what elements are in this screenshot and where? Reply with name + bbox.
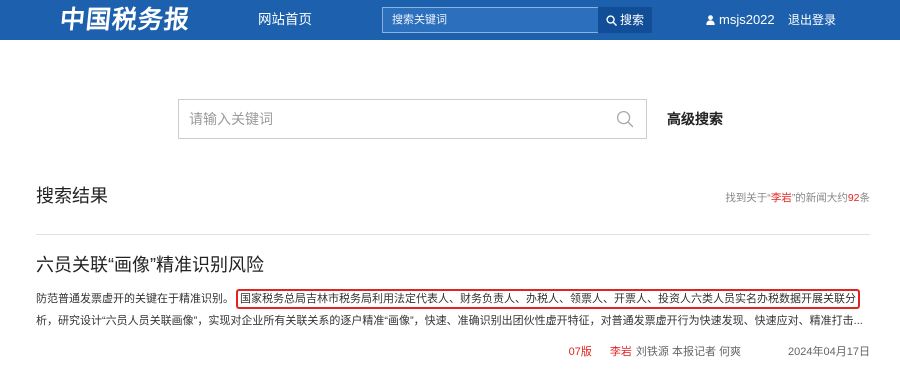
- divider: [36, 234, 870, 235]
- result-snippet-lead: 防范普通发票虚开的关键在于精准识别。: [36, 293, 234, 305]
- main-search-input[interactable]: [179, 100, 604, 138]
- result-author-keyword: 李岩: [609, 346, 632, 358]
- result-date: 2024年04月17日: [788, 346, 870, 358]
- results-count-prefix: 找到关于“: [725, 192, 771, 204]
- search-icon[interactable]: [616, 110, 634, 128]
- main-search: [178, 99, 647, 139]
- result-title[interactable]: 六员关联“画像”精准识别风险: [36, 254, 264, 276]
- results-count-suffix: 条: [859, 192, 871, 204]
- nav-home-link[interactable]: 网站首页: [258, 12, 312, 28]
- header-search: [382, 7, 598, 33]
- results-count-middle: ”的新闻大约: [791, 192, 848, 204]
- result-meta: 07版 李岩 刘铁源 本报记者 何爽 2024年04月17日: [569, 345, 870, 359]
- header-search-input[interactable]: [383, 8, 598, 32]
- site-logo[interactable]: 中国税务报: [58, 2, 192, 38]
- result-snippet-line-1: 防范普通发票虚开的关键在于精准识别。 国家税务总局吉林市税务局利用法定代表人、财…: [36, 289, 860, 309]
- result-authors: 刘铁源 本报记者 何爽: [635, 346, 742, 358]
- results-count-summary: 找到关于“李岩”的新闻大约92条: [725, 191, 870, 205]
- highlight-box: 国家税务总局吉林市税务局利用法定代表人、财务负责人、办税人、领票人、开票人、投资…: [236, 289, 860, 309]
- top-bar: 中国税务报 网站首页 搜索 msjs2022 退出登录: [0, 0, 900, 40]
- result-snippet-line-2: 析，研究设计“六员人员关联画像”，实现对企业所有关联关系的逐户精准“画像”，快速…: [36, 315, 863, 327]
- results-count-keyword: 李岩: [770, 192, 792, 204]
- search-icon: [606, 14, 617, 26]
- user-icon: [706, 15, 715, 25]
- logout-link[interactable]: 退出登录: [788, 12, 836, 28]
- results-heading: 搜索结果: [36, 186, 108, 206]
- results-count-number: 92: [847, 192, 860, 204]
- header-search-button-label: 搜索: [619, 13, 644, 27]
- result-edition: 07版: [568, 346, 592, 358]
- page: 中国税务报 网站首页 搜索 msjs2022 退出登录 高级搜索: [0, 0, 900, 374]
- username: msjs2022: [719, 12, 775, 27]
- header-search-button[interactable]: 搜索: [598, 7, 652, 33]
- advanced-search-link[interactable]: 高级搜索: [667, 110, 723, 128]
- user-account[interactable]: msjs2022: [706, 12, 775, 28]
